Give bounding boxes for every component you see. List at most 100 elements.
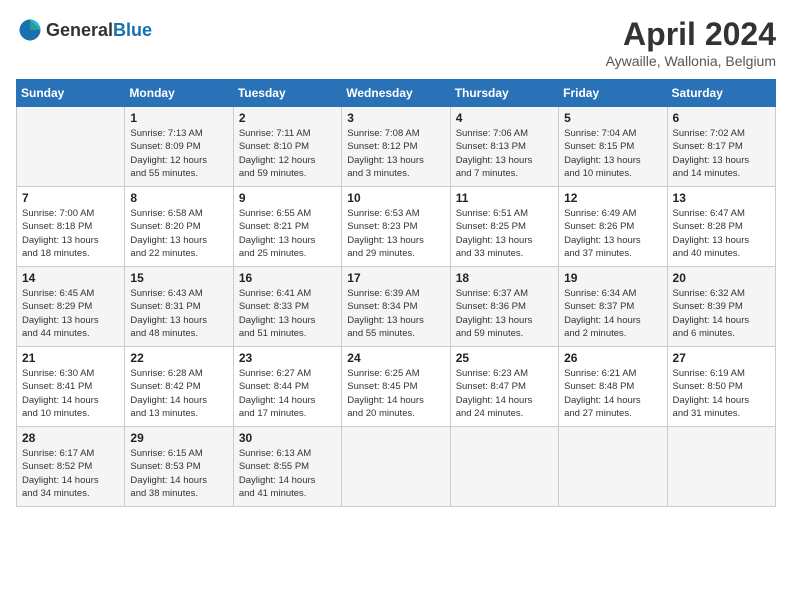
weekday-header: Friday [559, 80, 667, 107]
calendar-cell: 19Sunrise: 6:34 AM Sunset: 8:37 PM Dayli… [559, 267, 667, 347]
day-number: 13 [673, 191, 770, 205]
day-info: Sunrise: 6:51 AM Sunset: 8:25 PM Dayligh… [456, 207, 553, 260]
day-number: 19 [564, 271, 661, 285]
calendar-cell: 5 Sunrise: 7:04 AM Sunset: 8:15 PM Daylig… [559, 107, 667, 187]
day-info: Sunrise: 6:43 AM Sunset: 8:31 PM Dayligh… [130, 287, 227, 340]
calendar-cell [667, 427, 775, 507]
logo: GeneralBlue [16, 16, 152, 44]
calendar-cell: 21 Sunrise: 6:30 AM Sunset: 8:41 PM Dayli… [17, 347, 125, 427]
day-number: 7 [22, 191, 119, 205]
day-number: 24 [347, 351, 444, 365]
day-number: 29 [130, 431, 227, 445]
title-area: April 2024 Aywaille, Wallonia, Belgium [606, 16, 776, 69]
calendar-cell: 3Sunrise: 7:08 AM Sunset: 8:12 PM Daylig… [342, 107, 450, 187]
calendar-table: SundayMondayTuesdayWednesdayThursdayFrid… [16, 79, 776, 507]
day-number: 28 [22, 431, 119, 445]
calendar-cell: 23Sunrise: 6:27 AM Sunset: 8:44 PM Dayli… [233, 347, 341, 427]
day-info: Sunrise: 6:30 AM Sunset: 8:41 PM Dayligh… [22, 367, 119, 420]
day-number: 22 [130, 351, 227, 365]
day-number: 18 [456, 271, 553, 285]
calendar-cell: 12 Sunrise: 6:49 AM Sunset: 8:26 PM Dayli… [559, 187, 667, 267]
weekday-header: Wednesday [342, 80, 450, 107]
calendar-cell: 20Sunrise: 6:32 AM Sunset: 8:39 PM Dayli… [667, 267, 775, 347]
calendar-cell [559, 427, 667, 507]
calendar-week-row: 1 Sunrise: 7:13 AM Sunset: 8:09 PM Daylig… [17, 107, 776, 187]
calendar-cell [17, 107, 125, 187]
calendar-week-row: 7 Sunrise: 7:00 AM Sunset: 8:18 PM Daylig… [17, 187, 776, 267]
day-info: Sunrise: 7:11 AM Sunset: 8:10 PM Dayligh… [239, 127, 336, 180]
header-row: SundayMondayTuesdayWednesdayThursdayFrid… [17, 80, 776, 107]
weekday-header: Saturday [667, 80, 775, 107]
day-number: 1 [130, 111, 227, 125]
calendar-cell: 13 Sunrise: 6:47 AM Sunset: 8:28 PM Dayli… [667, 187, 775, 267]
day-info: Sunrise: 6:47 AM Sunset: 8:28 PM Dayligh… [673, 207, 770, 260]
calendar-cell: 14Sunrise: 6:45 AM Sunset: 8:29 PM Dayli… [17, 267, 125, 347]
day-number: 12 [564, 191, 661, 205]
day-info: Sunrise: 6:23 AM Sunset: 8:47 PM Dayligh… [456, 367, 553, 420]
day-number: 15 [130, 271, 227, 285]
day-info: Sunrise: 7:00 AM Sunset: 8:18 PM Dayligh… [22, 207, 119, 260]
month-title: April 2024 [606, 16, 776, 53]
calendar-cell: 24 Sunrise: 6:25 AM Sunset: 8:45 PM Dayli… [342, 347, 450, 427]
day-info: Sunrise: 7:02 AM Sunset: 8:17 PM Dayligh… [673, 127, 770, 180]
logo-icon [16, 16, 44, 44]
weekday-header: Thursday [450, 80, 558, 107]
weekday-header: Tuesday [233, 80, 341, 107]
calendar-cell: 9Sunrise: 6:55 AM Sunset: 8:21 PM Daylig… [233, 187, 341, 267]
day-info: Sunrise: 6:49 AM Sunset: 8:26 PM Dayligh… [564, 207, 661, 260]
logo-general: General [46, 20, 113, 40]
calendar-cell [342, 427, 450, 507]
day-number: 17 [347, 271, 444, 285]
calendar-cell: 18 Sunrise: 6:37 AM Sunset: 8:36 PM Dayli… [450, 267, 558, 347]
day-number: 8 [130, 191, 227, 205]
day-info: Sunrise: 6:37 AM Sunset: 8:36 PM Dayligh… [456, 287, 553, 340]
day-number: 23 [239, 351, 336, 365]
day-number: 21 [22, 351, 119, 365]
calendar-cell: 8 Sunrise: 6:58 AM Sunset: 8:20 PM Daylig… [125, 187, 233, 267]
day-info: Sunrise: 6:41 AM Sunset: 8:33 PM Dayligh… [239, 287, 336, 340]
day-info: Sunrise: 6:17 AM Sunset: 8:52 PM Dayligh… [22, 447, 119, 500]
day-info: Sunrise: 6:58 AM Sunset: 8:20 PM Dayligh… [130, 207, 227, 260]
day-number: 27 [673, 351, 770, 365]
calendar-cell: 10Sunrise: 6:53 AM Sunset: 8:23 PM Dayli… [342, 187, 450, 267]
day-number: 4 [456, 111, 553, 125]
calendar-week-row: 28 Sunrise: 6:17 AM Sunset: 8:52 PM Dayli… [17, 427, 776, 507]
weekday-header: Monday [125, 80, 233, 107]
day-info: Sunrise: 6:25 AM Sunset: 8:45 PM Dayligh… [347, 367, 444, 420]
day-number: 10 [347, 191, 444, 205]
day-info: Sunrise: 7:13 AM Sunset: 8:09 PM Dayligh… [130, 127, 227, 180]
calendar-cell: 29 Sunrise: 6:15 AM Sunset: 8:53 PM Dayli… [125, 427, 233, 507]
calendar-cell: 25 Sunrise: 6:23 AM Sunset: 8:47 PM Dayli… [450, 347, 558, 427]
day-info: Sunrise: 6:45 AM Sunset: 8:29 PM Dayligh… [22, 287, 119, 340]
day-number: 6 [673, 111, 770, 125]
day-info: Sunrise: 6:28 AM Sunset: 8:42 PM Dayligh… [130, 367, 227, 420]
day-info: Sunrise: 7:06 AM Sunset: 8:13 PM Dayligh… [456, 127, 553, 180]
calendar-cell: 7 Sunrise: 7:00 AM Sunset: 8:18 PM Daylig… [17, 187, 125, 267]
calendar-week-row: 14Sunrise: 6:45 AM Sunset: 8:29 PM Dayli… [17, 267, 776, 347]
day-number: 5 [564, 111, 661, 125]
calendar-cell: 15 Sunrise: 6:43 AM Sunset: 8:31 PM Dayli… [125, 267, 233, 347]
weekday-header: Sunday [17, 80, 125, 107]
calendar-cell: 27 Sunrise: 6:19 AM Sunset: 8:50 PM Dayli… [667, 347, 775, 427]
day-number: 30 [239, 431, 336, 445]
day-info: Sunrise: 6:39 AM Sunset: 8:34 PM Dayligh… [347, 287, 444, 340]
calendar-cell: 1 Sunrise: 7:13 AM Sunset: 8:09 PM Daylig… [125, 107, 233, 187]
day-info: Sunrise: 6:15 AM Sunset: 8:53 PM Dayligh… [130, 447, 227, 500]
calendar-cell: 6 Sunrise: 7:02 AM Sunset: 8:17 PM Daylig… [667, 107, 775, 187]
page-header: GeneralBlue April 2024 Aywaille, Walloni… [16, 16, 776, 69]
day-number: 25 [456, 351, 553, 365]
day-info: Sunrise: 7:08 AM Sunset: 8:12 PM Dayligh… [347, 127, 444, 180]
day-number: 16 [239, 271, 336, 285]
day-info: Sunrise: 6:19 AM Sunset: 8:50 PM Dayligh… [673, 367, 770, 420]
calendar-cell: 17 Sunrise: 6:39 AM Sunset: 8:34 PM Dayli… [342, 267, 450, 347]
day-number: 26 [564, 351, 661, 365]
calendar-cell: 26Sunrise: 6:21 AM Sunset: 8:48 PM Dayli… [559, 347, 667, 427]
calendar-cell [450, 427, 558, 507]
location-subtitle: Aywaille, Wallonia, Belgium [606, 53, 776, 69]
day-info: Sunrise: 6:13 AM Sunset: 8:55 PM Dayligh… [239, 447, 336, 500]
day-info: Sunrise: 7:04 AM Sunset: 8:15 PM Dayligh… [564, 127, 661, 180]
calendar-cell: 11 Sunrise: 6:51 AM Sunset: 8:25 PM Dayli… [450, 187, 558, 267]
calendar-cell: 28 Sunrise: 6:17 AM Sunset: 8:52 PM Dayli… [17, 427, 125, 507]
day-number: 11 [456, 191, 553, 205]
day-number: 2 [239, 111, 336, 125]
